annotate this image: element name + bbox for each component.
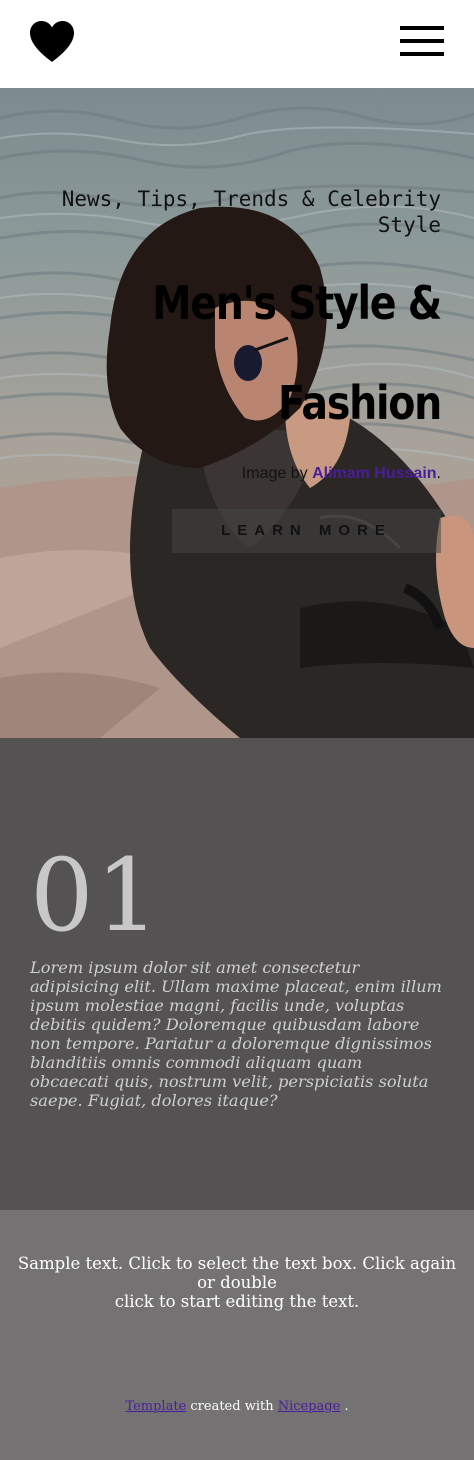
nicepage-link[interactable]: Nicepage xyxy=(278,1399,341,1414)
hamburger-menu-icon[interactable] xyxy=(398,24,446,60)
hero-section: News, Tips, Trends & Celebrity Style Men… xyxy=(0,88,474,738)
sample-text-line: click to start editing the text. xyxy=(114,1292,360,1311)
learn-more-button[interactable]: LEARN MORE xyxy=(172,509,441,553)
sample-text-line: Sample text. Click to select the text bo… xyxy=(17,1254,457,1292)
image-author-link[interactable]: Alimam Hussain xyxy=(312,465,436,482)
sample-text: Sample text. Click to select the text bo… xyxy=(8,1254,466,1311)
site-header xyxy=(0,0,474,88)
credit-middle-text: created with xyxy=(186,1399,278,1414)
footer-credit: Template created with Nicepage . xyxy=(0,1398,474,1416)
feature-section: 01 Lorem ipsum dolor sit amet consectetu… xyxy=(0,738,474,1210)
menu-bar xyxy=(400,52,444,56)
feature-number: 01 xyxy=(30,837,162,954)
hero-subtitle: News, Tips, Trends & Celebrity Style xyxy=(61,187,441,237)
image-credit-suffix: . xyxy=(436,465,441,482)
heart-icon[interactable] xyxy=(28,20,76,64)
menu-bar xyxy=(400,39,444,43)
footer-section: Sample text. Click to select the text bo… xyxy=(0,1210,474,1460)
hero-title: Men's Style & Fashion xyxy=(80,253,442,453)
hero-title-line: Fashion xyxy=(278,376,442,430)
menu-bar xyxy=(400,26,444,30)
image-credit-prefix: Image by xyxy=(241,465,313,482)
hero-title-line: Men's Style & xyxy=(152,276,442,330)
image-credit: Image by Alimam Hussain. xyxy=(21,464,441,484)
feature-text: Lorem ipsum dolor sit amet consectetur a… xyxy=(30,958,442,1110)
template-link[interactable]: Template xyxy=(125,1399,186,1414)
credit-end-text: . xyxy=(340,1399,349,1414)
